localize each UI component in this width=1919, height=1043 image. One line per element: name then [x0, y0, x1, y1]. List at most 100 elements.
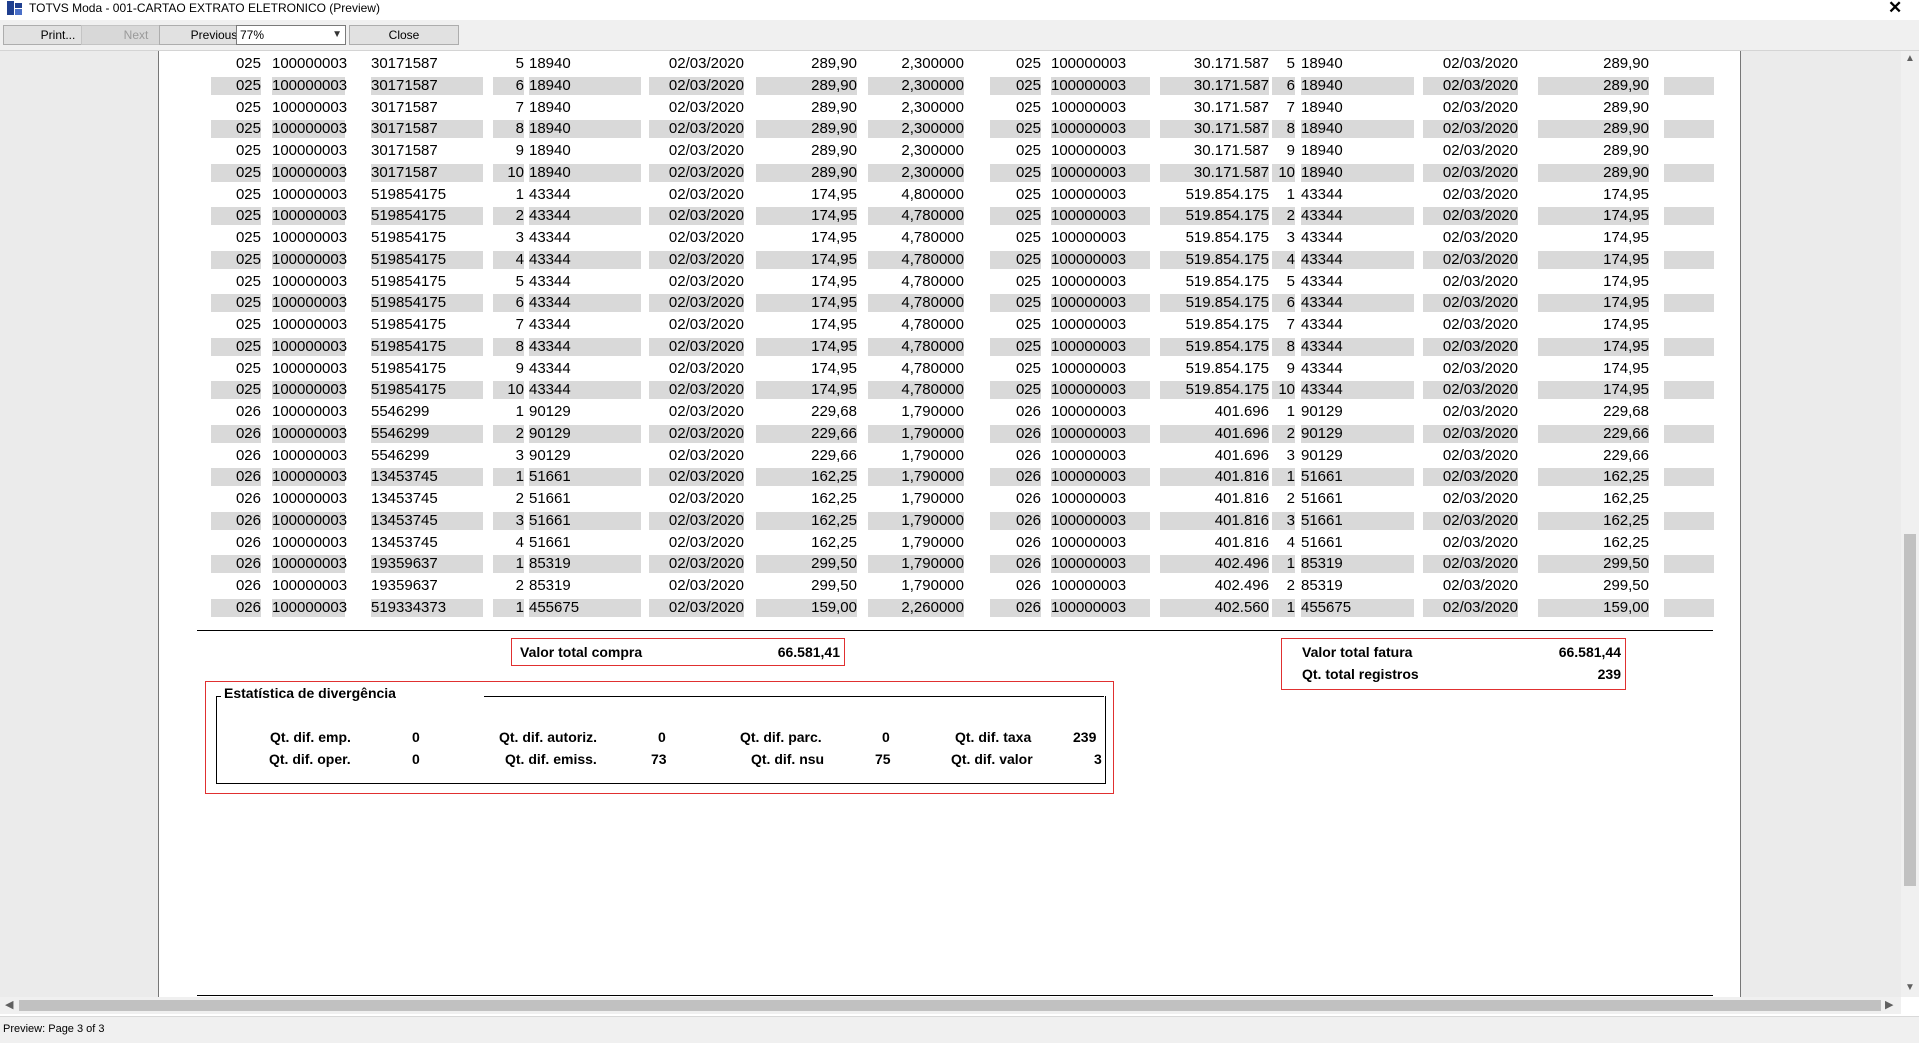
table-row: 026 100000003 13453745 4 51661 02/03/2020 162,…: [159, 532, 1740, 554]
table-cell-col-c: 13453745: [371, 490, 438, 507]
preview-viewport: 025 100000003 30171587 5 18940 02/03/2020 289,…: [0, 51, 1901, 997]
table-cell-col-m: 90129: [1301, 424, 1414, 443]
table-cell-filler: [1664, 424, 1714, 443]
chevron-down-icon: ▼: [332, 29, 342, 40]
table-cell-col-b: 100000003: [272, 468, 348, 487]
table-cell-col-m: 51661: [1301, 468, 1414, 487]
table-cell-col-i: 025: [1015, 316, 1041, 333]
table-cell-col-a: 026: [235, 446, 261, 464]
table-cell-col-k: 401.816: [1160, 511, 1269, 530]
table-cell-col-a: 025: [211, 207, 261, 226]
table-cell-col-c: 30171587: [371, 76, 483, 95]
horizontal-scrollbar[interactable]: ◀ ▶: [0, 997, 1901, 1014]
table-cell-col-a: 026: [235, 533, 261, 551]
table-cell-col-g: 229,68: [811, 403, 857, 420]
table-cell-col-k: 30.171.587: [1193, 98, 1269, 116]
table-cell-col-c: 519854175: [371, 381, 483, 400]
table-cell-col-e: 43344: [529, 272, 571, 290]
table-cell-col-j: 100000003: [1051, 468, 1150, 487]
table-cell-filler: [1664, 55, 1714, 73]
scroll-down-icon[interactable]: ▼: [1905, 982, 1915, 993]
table-cell-col-f: 02/03/2020: [649, 120, 744, 139]
table-cell-col-f: 02/03/2020: [668, 98, 744, 116]
table-cell-col-c: 30171587: [371, 142, 438, 159]
table-cell-col-j: 100000003: [1051, 424, 1150, 443]
qt-dif-taxa-value: 239: [1073, 729, 1097, 745]
table-cell-col-f: 02/03/2020: [668, 490, 744, 507]
scroll-right-icon[interactable]: ▶: [1885, 998, 1893, 1011]
table-cell-filler: [1664, 250, 1714, 269]
table-cell-col-e: 43344: [529, 250, 641, 269]
table-cell-col-g: 289,90: [811, 55, 857, 72]
table-cell-col-n: 02/03/2020: [1423, 250, 1518, 269]
table-cell-col-l: 6: [1272, 76, 1295, 95]
table-cell-col-i: 025: [990, 294, 1041, 313]
vertical-scroll-thumb[interactable]: [1904, 534, 1916, 886]
table-cell-col-d: 1: [493, 598, 524, 617]
table-cell-col-m: 18940: [1301, 76, 1414, 95]
scroll-up-icon[interactable]: ▲: [1905, 53, 1915, 64]
table-cell-col-i: 025: [1015, 55, 1041, 72]
table-cell-col-m: 18940: [1301, 55, 1343, 72]
table-cell-col-g: 289,90: [756, 76, 857, 95]
table-cell-col-b: 100000003: [272, 359, 348, 377]
table-cell-col-h: 1,790000: [868, 511, 964, 530]
table-cell-col-k: 519.854.175: [1185, 229, 1269, 246]
table-cell-col-i: 025: [1015, 98, 1041, 116]
table-cell-col-b: 100000003: [272, 142, 348, 159]
table-cell-col-l: 2: [1286, 490, 1295, 507]
table-cell-filler: [1664, 555, 1714, 574]
table-row: 026 100000003 19359637 1 85319 02/03/2020 299,…: [159, 553, 1740, 575]
table-row: 025 100000003 519854175 5 43344 02/03/2020 174…: [159, 271, 1740, 293]
table-cell-col-o: 174,95: [1538, 207, 1649, 226]
table-cell-col-c: 30171587: [371, 55, 438, 72]
table-cell-col-l: 7: [1286, 316, 1295, 333]
table-cell-col-a: 026: [235, 490, 261, 507]
horizontal-scroll-thumb[interactable]: [19, 1000, 1881, 1011]
table-cell-col-g: 174,95: [811, 229, 857, 246]
vertical-scrollbar[interactable]: ▲ ▼: [1901, 51, 1919, 997]
table-cell-col-h: 1,790000: [901, 533, 964, 551]
close-button[interactable]: Close: [349, 25, 459, 45]
table-cell-col-a: 025: [235, 142, 261, 159]
table-cell-col-g: 289,90: [756, 120, 857, 139]
table-cell-col-l: 3: [1286, 229, 1295, 246]
table-cell-col-k: 30.171.587: [1160, 76, 1269, 95]
table-cell-filler: [1664, 207, 1714, 226]
table-cell-col-b: 100000003: [272, 207, 348, 226]
scroll-left-icon[interactable]: ◀: [5, 998, 13, 1011]
table-cell-col-k: 519.854.175: [1160, 250, 1269, 269]
table-cell-col-e: 51661: [529, 490, 571, 507]
table-cell-col-d: 1: [493, 468, 524, 487]
table-cell-col-j: 100000003: [1051, 577, 1127, 594]
table-cell-col-h: 1,790000: [901, 446, 964, 464]
table-cell-col-d: 3: [493, 511, 524, 530]
table-cell-filler: [1664, 99, 1714, 117]
table-cell-col-d: 8: [493, 120, 524, 139]
app-icon: [7, 1, 22, 15]
statusbar: Preview: Page 3 of 3: [0, 1016, 1919, 1043]
table-cell-col-l: 10: [1272, 381, 1295, 400]
window-close-icon[interactable]: ✕: [1888, 0, 1902, 18]
table-cell-col-j: 100000003: [1051, 272, 1127, 290]
table-cell-col-l: 9: [1286, 142, 1295, 159]
table-cell-col-f: 02/03/2020: [649, 163, 744, 182]
zoom-select[interactable]: 77% ▼: [236, 25, 346, 45]
table-cell-col-g: 289,90: [756, 163, 857, 182]
table-cell-col-e: 43344: [529, 185, 571, 203]
table-cell-col-b: 100000003: [272, 229, 348, 246]
table-cell-col-b: 100000003: [272, 98, 348, 116]
table-cell-filler: [1664, 120, 1714, 139]
table-cell-col-l: 1: [1272, 468, 1295, 487]
table-cell-col-k: 30.171.587: [1160, 163, 1269, 182]
table-row: 025 100000003 519854175 3 43344 02/03/2020 174…: [159, 227, 1740, 249]
table-cell-col-e: 90129: [529, 424, 641, 443]
table-cell-col-c: 519854175: [371, 359, 447, 377]
table-cell-col-n: 02/03/2020: [1423, 337, 1518, 356]
table-cell-col-c: 5546299: [371, 446, 430, 464]
qt-dif-autoriz-value: 0: [658, 729, 666, 745]
table-cell-col-n: 02/03/2020: [1442, 490, 1518, 507]
table-cell-col-a: 026: [211, 511, 261, 530]
table-cell-col-d: 10: [493, 163, 524, 182]
table-row: 025 100000003 519854175 8 43344 02/03/2020 174…: [159, 336, 1740, 358]
